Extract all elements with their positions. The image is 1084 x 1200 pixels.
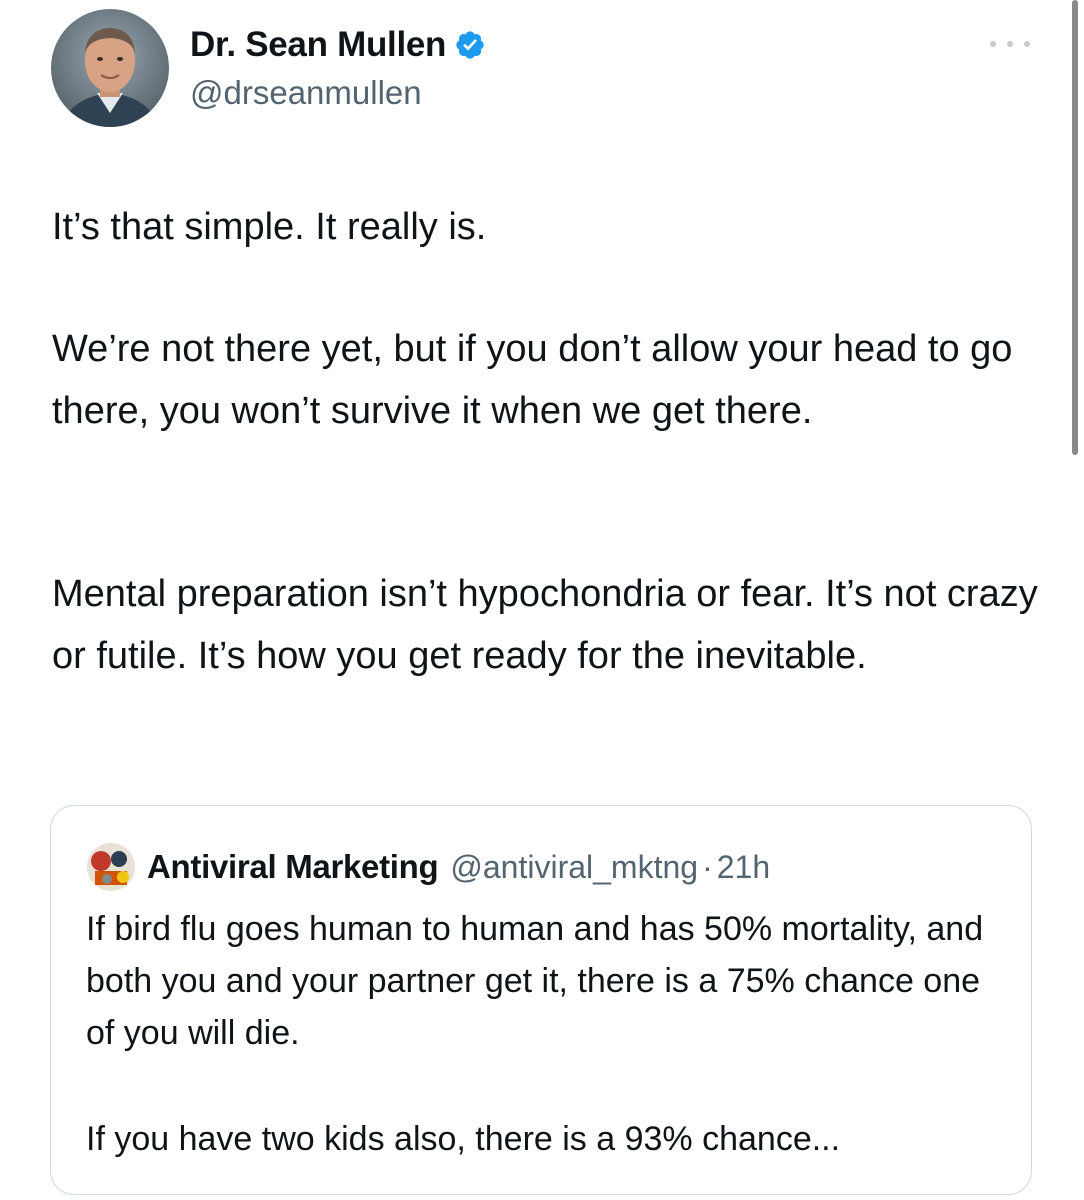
quoted-author-avatar[interactable]: [87, 843, 135, 891]
quoted-tweet-paragraph: If you have two kids also, there is a 93…: [86, 1120, 841, 1158]
tweet-paragraph: We’re not there yet, but if you don’t al…: [52, 328, 1013, 432]
tweet-paragraph: It’s that simple. It really is.: [52, 206, 487, 248]
more-dot: [1024, 41, 1030, 47]
author-avatar[interactable]: [51, 9, 169, 127]
author-name-row: Dr. Sean Mullen: [190, 22, 486, 68]
author-name[interactable]: Dr. Sean Mullen: [190, 25, 446, 65]
tweet-paragraph: Mental preparation isn’t hypochondria or…: [52, 573, 1038, 677]
scrollbar[interactable]: [1072, 0, 1078, 455]
tweet-view: Dr. Sean Mullen @drseanmullen It’s that …: [0, 0, 1084, 1200]
more-dot: [1007, 41, 1013, 47]
quoted-author-handle[interactable]: @antiviral_mktng: [450, 849, 698, 886]
more-dot: [990, 41, 996, 47]
author-handle[interactable]: @drseanmullen: [190, 74, 422, 112]
more-options-icon[interactable]: [990, 36, 1030, 52]
separator-dot: ·: [702, 848, 713, 885]
quoted-author-name[interactable]: Antiviral Marketing: [147, 848, 439, 886]
quoted-tweet-paragraph: If bird flu goes human to human and has …: [86, 910, 984, 1052]
quoted-tweet-time[interactable]: 21h: [717, 849, 770, 886]
quoted-tweet-header: Antiviral Marketing @antiviral_mktng · 2…: [87, 842, 770, 892]
verified-badge-icon: [456, 31, 484, 59]
